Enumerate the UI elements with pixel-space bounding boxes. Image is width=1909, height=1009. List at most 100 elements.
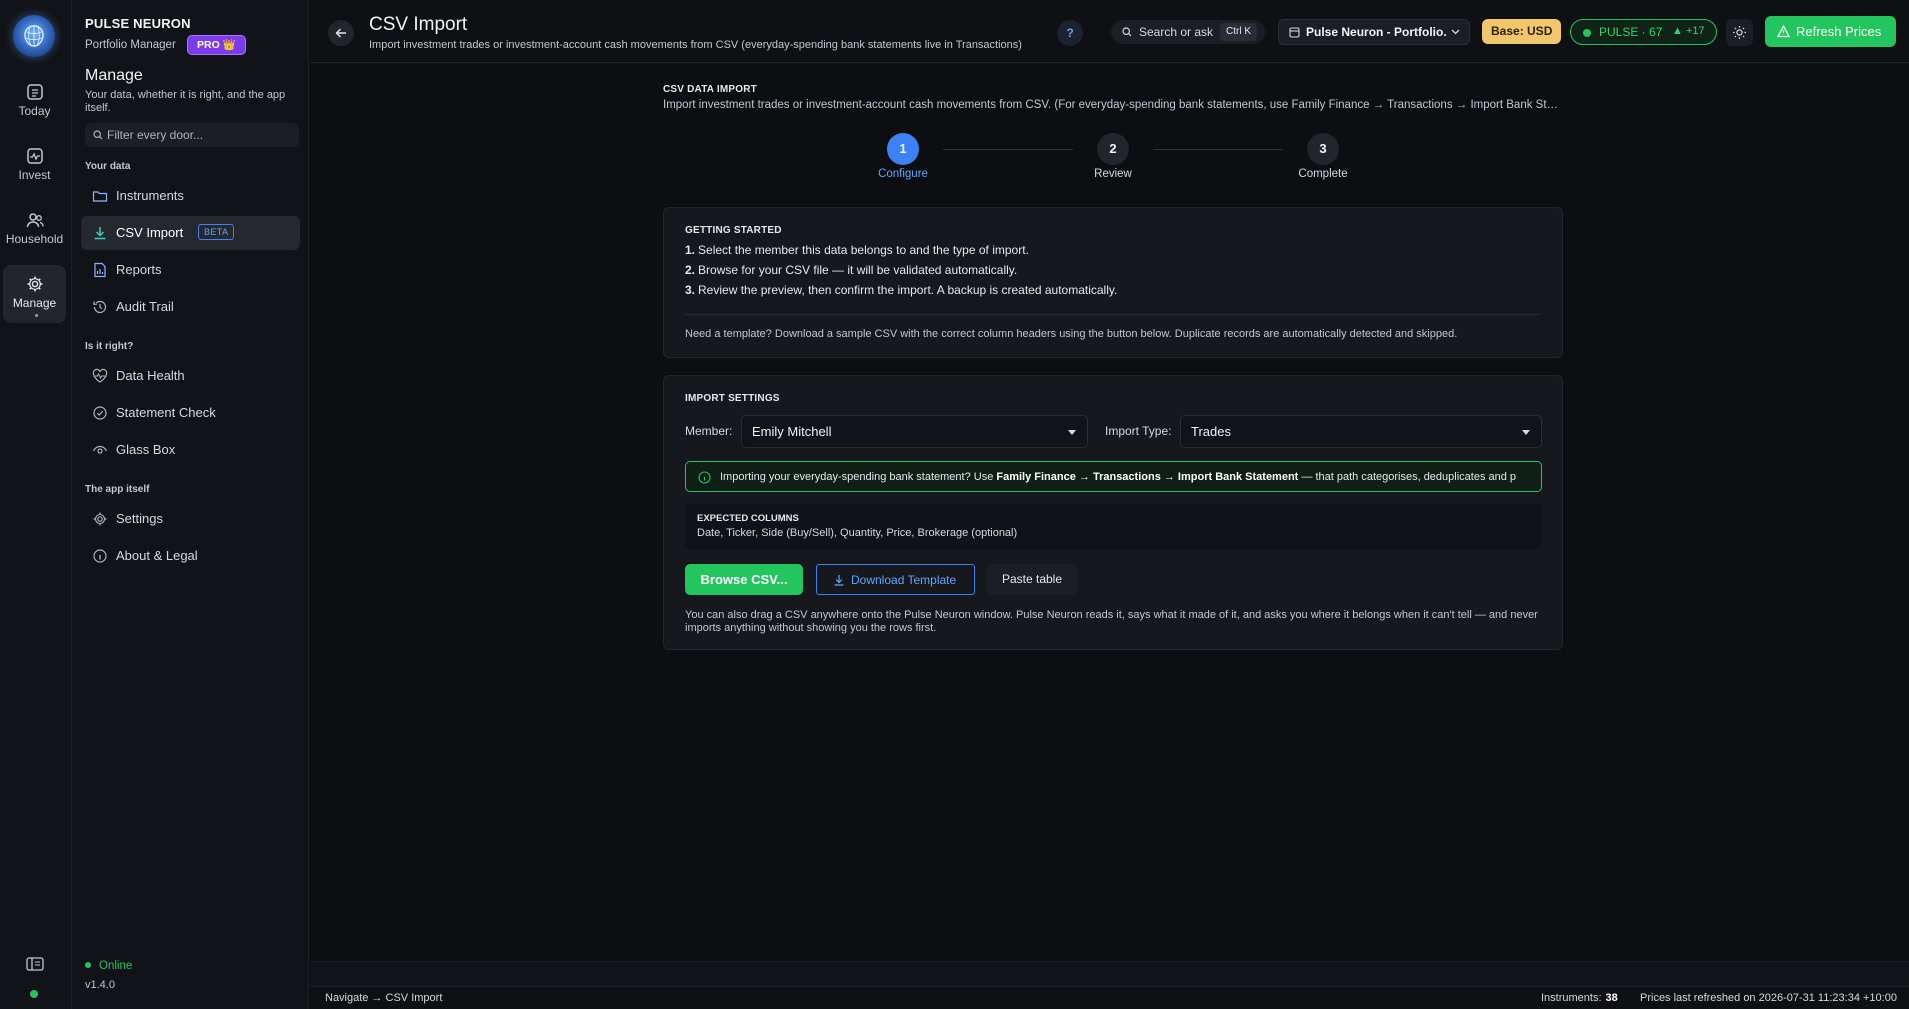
filter-input[interactable] — [107, 123, 295, 147]
sidebar-item-glass-box[interactable]: Glass Box — [81, 433, 300, 467]
stepper-connector — [943, 149, 1073, 150]
banner-path[interactable]: Family Finance → Transactions → Import B… — [996, 471, 1298, 483]
rail-today[interactable]: Today — [3, 73, 66, 131]
download-template-label: Download Template — [851, 573, 957, 587]
rail-manage[interactable]: Manage — [3, 265, 66, 323]
manage-sidebar: PULSE NEURON Portfolio Manager PRO 👑 Man… — [72, 0, 309, 1009]
beta-badge: BETA — [198, 224, 235, 240]
app-rail: Today Invest Household Manage — [0, 0, 72, 1009]
sidebar-item-label: About & Legal — [116, 548, 198, 563]
sidebar-item-audit-trail[interactable]: Audit Trail — [81, 290, 300, 324]
import-description: Import investment trades or investment-a… — [663, 99, 1563, 111]
step-number: 3. — [685, 283, 696, 297]
prices-refreshed-status: Prices last refreshed on 2026-07-31 11:2… — [1640, 992, 1897, 1004]
active-indicator — [35, 314, 38, 317]
step-3-label: Complete — [1298, 168, 1348, 180]
status-bar: Navigate → CSV Import Instruments: 38 Pri… — [310, 986, 1909, 1009]
rail-invest[interactable]: Invest — [3, 137, 66, 195]
sidebar-item-data-health[interactable]: Data Health — [81, 359, 300, 393]
banner-text: Importing your everyday-spending bank st… — [720, 471, 1516, 483]
step-number: 1. — [685, 243, 696, 257]
getting-started-step: 1. Select the member this data belongs to… — [685, 243, 1029, 257]
rail-household-label: Household — [5, 232, 64, 246]
banner-prefix: Importing your everyday-spending bank st… — [720, 471, 997, 483]
main-content: CSV DATA IMPORT Import investment trades… — [310, 64, 1909, 961]
import-type-value: Trades — [1191, 424, 1231, 439]
drag-drop-note: You can also drag a CSV anywhere onto th… — [685, 609, 1538, 634]
base-currency-badge[interactable]: Base: USD — [1482, 19, 1562, 44]
rail-invest-label: Invest — [18, 168, 51, 182]
instruments-count: Instruments: 38 — [1541, 992, 1618, 1004]
sidebar-item-about-legal[interactable]: About & Legal — [81, 539, 300, 573]
pulse-neuron-logo[interactable] — [13, 15, 55, 57]
history-icon — [93, 300, 107, 314]
sidebar-item-label: Statement Check — [116, 405, 216, 420]
sun-icon — [1733, 26, 1746, 39]
import-section-title: CSV DATA IMPORT — [663, 84, 757, 95]
instruments-label: Instruments: — [1541, 992, 1602, 1004]
sidebar-item-csv-import[interactable]: CSV Import BETA — [81, 216, 300, 250]
expected-columns-value: Date, Ticker, Side (Buy/Sell), Quantity,… — [697, 527, 1018, 539]
check-circle-icon — [93, 406, 107, 420]
arrow-left-icon — [335, 28, 346, 38]
pulse-change: ▲ +17 — [1672, 25, 1705, 37]
download-template-button[interactable]: Download Template — [816, 564, 975, 595]
theme-toggle-button[interactable] — [1726, 19, 1753, 46]
search-shortcut: Ctrl K — [1220, 23, 1257, 41]
connection-status: Online — [85, 960, 132, 972]
portfolio-select[interactable]: Pulse Neuron - Portfolio... — [1278, 19, 1470, 45]
browse-csv-button[interactable]: Browse CSV... — [685, 564, 803, 595]
step-2-label: Review — [1094, 168, 1132, 180]
sidebar-item-reports[interactable]: Reports — [81, 253, 300, 287]
info-icon — [698, 471, 711, 484]
pulse-dot — [1583, 29, 1591, 37]
search-icon — [93, 130, 103, 140]
chevron-down-icon — [1522, 430, 1530, 435]
sidebar-item-statement-check[interactable]: Statement Check — [81, 396, 300, 430]
import-type-select[interactable]: Trades — [1180, 415, 1542, 448]
sidebar-item-settings[interactable]: Settings — [81, 502, 300, 536]
import-settings-title: IMPORT SETTINGS — [685, 393, 780, 404]
chevron-down-icon — [1451, 29, 1460, 35]
expected-columns-title: EXPECTED COLUMNS — [697, 513, 799, 524]
stepper-connector — [1153, 149, 1283, 150]
pro-badge[interactable]: PRO 👑 — [187, 35, 246, 55]
search-label: Search or ask — [1139, 25, 1214, 39]
sidebar-item-instruments[interactable]: Instruments — [81, 179, 300, 213]
back-button[interactable] — [328, 20, 354, 46]
import-type-label: Import Type: — [1105, 424, 1172, 438]
rail-household[interactable]: Household — [3, 201, 66, 259]
rail-manage-label: Manage — [12, 296, 57, 310]
sidebar-item-label: Data Health — [116, 368, 185, 383]
filter-box — [85, 123, 299, 147]
member-select[interactable]: Emily Mitchell — [741, 415, 1088, 448]
step-number: 2. — [685, 263, 696, 277]
help-button[interactable]: ? — [1057, 20, 1083, 46]
member-value: Emily Mitchell — [752, 424, 832, 439]
app-version: v1.4.0 — [85, 979, 115, 991]
step-1-label: Configure — [878, 168, 928, 180]
refresh-prices-button[interactable]: Refresh Prices — [1765, 16, 1896, 47]
gear-icon — [27, 276, 42, 292]
portfolio-name: Pulse Neuron - Portfolio... — [1306, 25, 1446, 39]
sidebar-item-label: Audit Trail — [116, 299, 174, 314]
instruments-value: 38 — [1605, 992, 1618, 1004]
paste-table-button[interactable]: Paste table — [987, 564, 1077, 595]
getting-started-card: GETTING STARTED 1. Select the member this… — [663, 207, 1563, 358]
footer: Navigate → CSV Import Instruments: 38 Pri… — [310, 961, 1909, 1009]
expected-columns-box: EXPECTED COLUMNS Date, Ticker, Side (Buy… — [685, 504, 1542, 549]
online-status-dot — [30, 990, 38, 998]
page-header: CSV Import Import investment trades or i… — [310, 0, 1909, 63]
sidebar-toggle-icon[interactable] — [26, 957, 44, 971]
pulse-score-badge[interactable]: PULSE · 67 ▲ +17 — [1570, 19, 1717, 45]
sidebar-item-label: CSV Import — [116, 225, 184, 240]
member-label: Member: — [685, 424, 733, 438]
step-text: Browse for your CSV file — it will be va… — [698, 263, 1018, 277]
gear-icon — [93, 512, 107, 526]
search-button[interactable]: Search or ask Ctrl K — [1111, 20, 1265, 44]
pulse-score: PULSE · 67 — [1599, 25, 1663, 39]
sidebar-item-label: Reports — [116, 262, 162, 277]
search-icon — [1122, 27, 1132, 37]
download-icon — [94, 227, 106, 240]
report-icon — [94, 262, 106, 278]
